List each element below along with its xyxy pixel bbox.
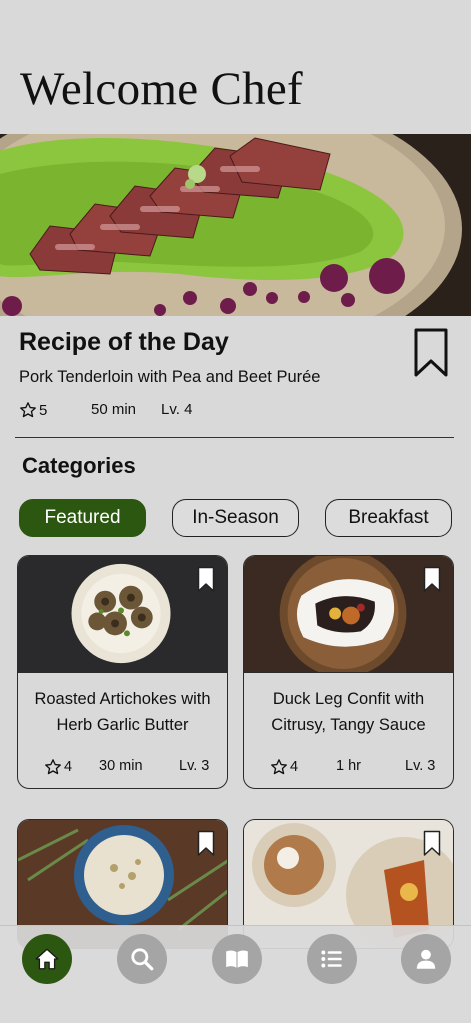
recipe-name: Duck Leg Confit with Citrusy, Tangy Sauc…	[244, 686, 453, 738]
recipe-time: 1 hr	[336, 758, 361, 774]
tab-search[interactable]	[117, 934, 167, 984]
recipe-name-line2: Citrusy, Tangy Sauce	[271, 716, 426, 734]
recipe-of-day-image[interactable]	[0, 134, 471, 316]
tab-profile[interactable]	[401, 934, 451, 984]
recipe-level: Lv. 3	[179, 758, 210, 774]
recipe-of-day-heading: Recipe of the Day	[19, 328, 229, 356]
bookmark-icon[interactable]	[423, 566, 441, 593]
search-icon	[131, 948, 154, 971]
tab-cookbook[interactable]	[212, 934, 262, 984]
rating-value: 4	[290, 759, 299, 775]
categories-heading: Categories	[22, 453, 136, 478]
rating-value: 5	[39, 401, 48, 419]
star-icon	[271, 759, 287, 775]
recipe-level: Lv. 3	[405, 758, 436, 774]
recipe-of-day-name[interactable]: Pork Tenderloin with Pea and Beet Purée	[19, 368, 320, 387]
star-icon	[20, 402, 36, 418]
bottom-tab-bar	[0, 925, 471, 1023]
list-icon	[321, 950, 342, 968]
recipe-card-duck-confit[interactable]: Duck Leg Confit with Citrusy, Tangy Sauc…	[243, 555, 454, 789]
recipe-of-day-level: Lv. 4	[161, 401, 193, 418]
home-icon	[35, 948, 59, 970]
recipe-name-line2: Herb Garlic Butter	[56, 716, 189, 734]
recipe-time: 30 min	[99, 758, 143, 774]
chip-in-season[interactable]: In-Season	[172, 499, 299, 537]
chip-breakfast[interactable]: Breakfast	[325, 499, 452, 537]
tab-list[interactable]	[307, 934, 357, 984]
bookmark-icon[interactable]	[197, 830, 215, 857]
recipe-rating: 4	[270, 758, 298, 776]
recipe-card-artichokes[interactable]: Roasted Artichokes with Herb Garlic Butt…	[17, 555, 228, 789]
recipe-of-day-time: 50 min	[91, 401, 137, 418]
profile-icon	[416, 949, 436, 969]
recipe-name-line1: Duck Leg Confit with	[272, 690, 425, 708]
tab-home[interactable]	[22, 934, 72, 984]
recipe-image	[18, 556, 227, 673]
recipe-name-line1: Roasted Artichokes with	[34, 690, 211, 708]
page-title: Welcome Chef	[20, 63, 304, 115]
recipe-name: Roasted Artichokes with Herb Garlic Butt…	[18, 686, 227, 738]
chip-featured[interactable]: Featured	[19, 499, 146, 537]
recipe-of-day-rating: 5	[19, 401, 47, 419]
recipe-image	[244, 556, 453, 673]
book-icon	[226, 950, 248, 968]
section-divider	[15, 437, 454, 438]
recipe-rating: 4	[44, 758, 72, 776]
bookmark-icon[interactable]	[423, 830, 441, 857]
bookmark-icon[interactable]	[197, 566, 215, 593]
bookmark-icon[interactable]	[413, 327, 449, 379]
rating-value: 4	[64, 759, 73, 775]
star-icon	[45, 759, 61, 775]
